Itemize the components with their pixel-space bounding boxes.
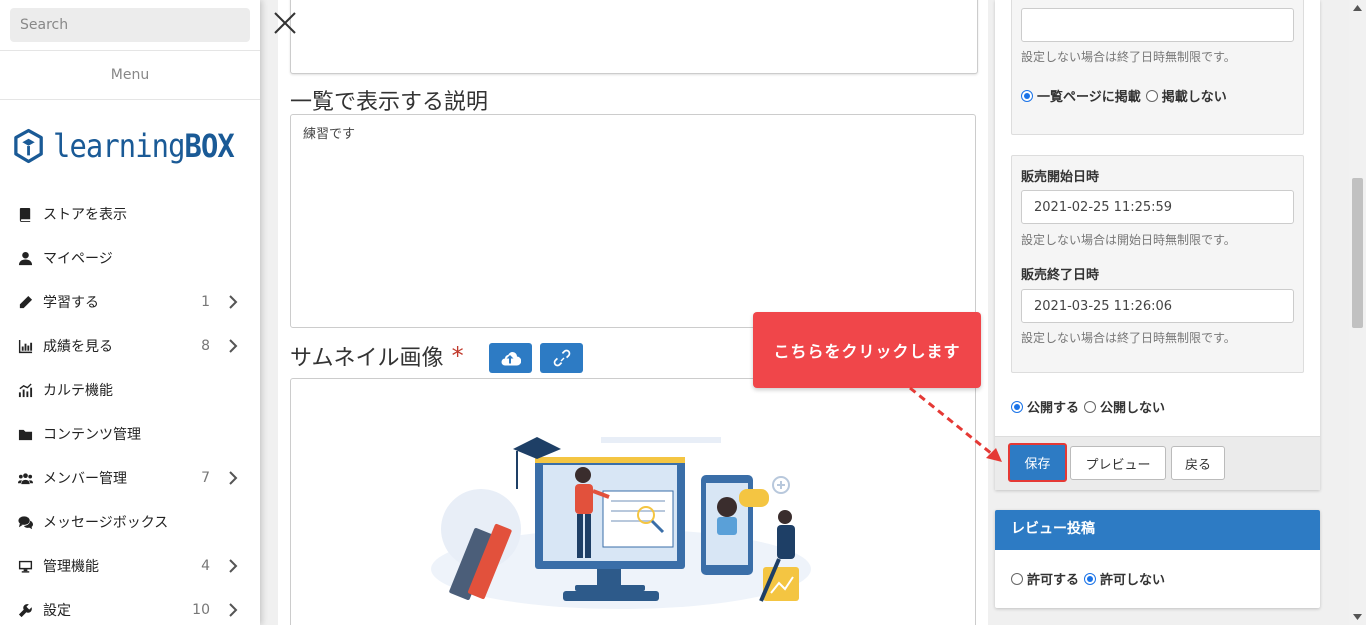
sidebar-item-karte[interactable]: カルテ機能 [0,368,260,412]
publish-radio-off[interactable] [1084,400,1097,413]
menu-header: Menu [0,50,260,100]
sidebar-item-contents[interactable]: コンテンツ管理 [0,412,260,456]
sidebar-item-grades[interactable]: 成績を見る 8 [0,324,260,368]
sale-start-input[interactable] [1021,190,1294,224]
chevron-right-icon [226,338,240,354]
review-option-label: 許可する [1027,573,1080,588]
sidebar-item-label: マイページ [43,251,113,267]
comments-icon [16,514,34,530]
back-button[interactable]: 戻る [1171,446,1225,480]
sidebar-item-messages[interactable]: メッセージボックス [0,500,260,544]
user-icon [16,250,34,266]
end-date-help: 設定しない場合は終了日時無制限です。 [1021,50,1236,64]
publish-option-label: 公開しない [1100,401,1166,416]
sidebar-item-members[interactable]: メンバー管理 7 [0,456,260,500]
upload-button[interactable] [489,343,532,373]
sidebar-item-label: コンテンツ管理 [43,427,141,443]
sidebar-item-count: 10 [192,602,210,618]
review-title: レビュー投稿 [995,510,1320,550]
sidebar-item-label: メンバー管理 [43,471,127,487]
thumbnail-title: サムネイル画像 * [290,340,464,372]
chart-line-icon [16,382,34,398]
description-textarea-top[interactable] [290,0,978,74]
preview-button[interactable]: プレビュー [1070,446,1166,480]
thumbnail-title-text: サムネイル画像 [290,346,444,371]
sale-start-label: 販売開始日時 [1021,170,1100,185]
folder-icon [16,426,34,442]
logo[interactable]: learningBOX [14,110,254,182]
sale-start-help: 設定しない場合は開始日時無制限です。 [1021,233,1236,247]
list-description-title: 一覧で表示する説明 [290,90,489,115]
link-button[interactable] [540,343,583,373]
chevron-right-icon [226,470,240,486]
publish-option-label: 公開する [1027,401,1080,416]
publish-radio-group: 公開する 公開しない [1011,397,1165,416]
sidebar-item-count: 4 [201,558,210,574]
listing-radio-off[interactable] [1145,89,1158,102]
callout-arrow-icon [909,386,1002,462]
link-icon [553,349,570,367]
cloud-upload-icon [501,352,521,366]
sidebar: Menu learningBOX ストアを表示 マイページ 学習する 1 成績を… [0,0,260,625]
close-icon[interactable] [272,10,298,36]
sidebar-item-admin[interactable]: 管理機能 4 [0,544,260,588]
monitor-icon [16,558,34,574]
save-button[interactable]: 保存 [1008,443,1067,482]
thumbnail-preview [290,378,976,625]
sidebar-item-label: メッセージボックス [43,515,169,531]
review-option-label: 許可しない [1100,573,1166,588]
sidebar-item-settings[interactable]: 設定 10 [0,588,260,625]
review-card: レビュー投稿 [995,510,1320,608]
scrollbar-thumb[interactable] [1352,178,1363,328]
logo-text-bold: BOX [184,127,235,165]
search-input[interactable] [10,8,250,42]
sidebar-item-label: 設定 [43,603,71,619]
sidebar-item-label: 成績を見る [43,339,113,355]
book-icon [16,206,34,222]
listing-option-label: 掲載しない [1161,90,1227,105]
sidebar-item-label: ストアを表示 [43,207,127,223]
bar-chart-icon [16,338,34,354]
sidebar-item-store[interactable]: ストアを表示 [0,192,260,236]
logo-text-light: learning [53,127,185,165]
required-mark: * [451,342,464,370]
listing-radio-group: 一覧ページに掲載 掲載しない [1021,86,1227,105]
sale-end-label: 販売終了日時 [1021,268,1100,283]
sale-end-input[interactable] [1021,289,1294,323]
list-description-textarea[interactable]: 練習です [290,114,976,328]
sidebar-item-mypage[interactable]: マイページ [0,236,260,280]
chevron-right-icon [226,558,240,574]
callout-annotation: こちらをクリックします [753,312,981,388]
listing-option-label: 一覧ページに掲載 [1037,90,1141,105]
review-allow-radio[interactable] [1011,572,1023,585]
sidebar-item-label: カルテ機能 [43,383,113,399]
listing-radio-on[interactable] [1021,89,1033,102]
sidebar-item-label: 管理機能 [43,559,99,575]
chevron-right-icon [226,602,240,618]
chevron-right-icon [226,294,240,310]
pencil-icon [16,294,34,310]
sidebar-item-count: 1 [201,294,210,310]
sidebar-item-count: 8 [201,338,210,354]
logo-text: learningBOX [53,127,235,165]
users-icon [16,470,34,486]
sidebar-item-count: 7 [201,470,210,486]
sidebar-item-label: 学習する [43,295,99,311]
publish-radio-on[interactable] [1011,400,1023,413]
end-date-input[interactable] [1021,8,1294,42]
scroll-down-icon[interactable] [1352,612,1363,622]
sidebar-nav: ストアを表示 マイページ 学習する 1 成績を見る 8 カルテ機能 コンテンツ管… [0,192,260,625]
wrench-icon [16,602,34,618]
review-disallow-radio[interactable] [1084,572,1097,585]
logo-cube-icon [14,128,43,164]
sale-end-help: 設定しない場合は終了日時無制限です。 [1021,331,1236,345]
scroll-up-icon[interactable] [1352,3,1363,13]
sidebar-item-learn[interactable]: 学習する 1 [0,280,260,324]
thumbnail-illustration [431,437,811,609]
review-radio-group: 許可する 許可しない [1011,569,1165,588]
